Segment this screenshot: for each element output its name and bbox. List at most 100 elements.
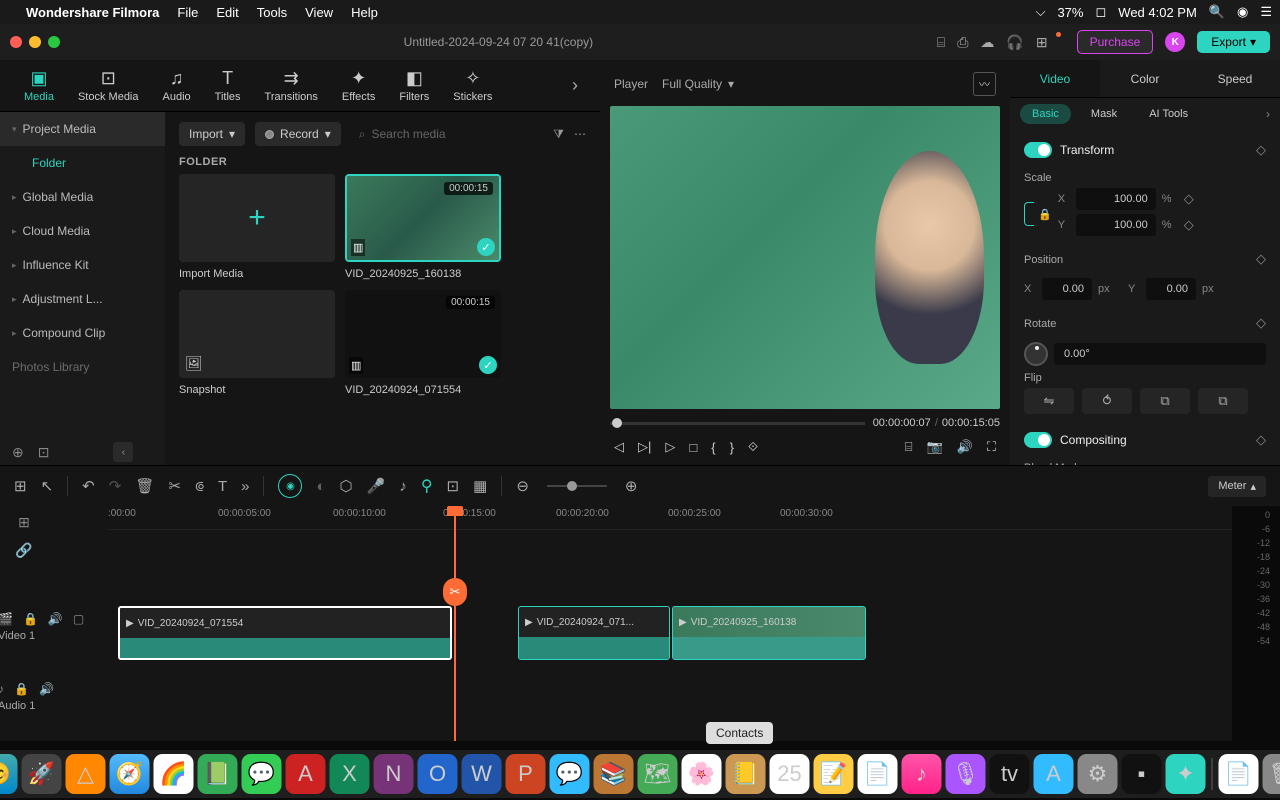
dock-launchpad[interactable]: 🚀 [22, 754, 62, 794]
prev-frame-icon[interactable]: ◁ [614, 439, 624, 455]
new-folder-icon[interactable]: ⊕ [12, 444, 24, 461]
dock-file[interactable]: 📄 [1219, 754, 1259, 794]
dock-filmora[interactable]: ✦ [1166, 754, 1206, 794]
dock-books[interactable]: 📚 [594, 754, 634, 794]
player-scrubber[interactable] [610, 422, 865, 425]
marker-icon[interactable]: ⟐ [748, 439, 758, 455]
import-dropdown[interactable]: Import▾ [179, 122, 245, 146]
tl-music-icon[interactable]: ♪ [399, 478, 407, 495]
save-icon[interactable]: ⎙ [957, 34, 968, 51]
collapse-sidebar-icon[interactable]: ‹ [113, 442, 133, 462]
apps-icon[interactable]: ⊞ [1036, 34, 1048, 51]
tab-media[interactable]: ▣Media [14, 65, 64, 107]
playhead-scissors-icon[interactable]: ✂ [443, 578, 467, 606]
track-lock-icon[interactable]: 🔒 [14, 682, 29, 696]
menu-view[interactable]: View [305, 5, 333, 20]
dock-vlc[interactable]: △ [66, 754, 106, 794]
camera-icon[interactable]: 📷 [927, 439, 943, 455]
scale-x-input[interactable] [1076, 188, 1156, 210]
window-close[interactable] [10, 36, 22, 48]
export-button[interactable]: Export▾ [1197, 31, 1270, 53]
sidebar-compound-clip[interactable]: ▸Compound Clip [0, 316, 165, 350]
tl-zoom-out-icon[interactable]: ⊖ [516, 477, 529, 495]
dock-calendar[interactable]: 25 [770, 754, 810, 794]
dock-photos[interactable]: 🌸 [682, 754, 722, 794]
sidebar-global-media[interactable]: ▸Global Media [0, 180, 165, 214]
tl-ai-icon[interactable]: ◉ [278, 474, 302, 498]
track-lock-icon[interactable]: 🔒 [23, 612, 38, 626]
volume-icon[interactable]: 🔊 [957, 439, 973, 455]
keyframe-icon[interactable]: ◇ [1256, 142, 1266, 158]
dock-powerpoint[interactable]: P [506, 754, 546, 794]
player-viewport[interactable] [610, 106, 1000, 409]
timeline-clip-3[interactable]: ▶VID_20240925_160138 [672, 606, 866, 660]
dock-terminal[interactable]: ▪ [1122, 754, 1162, 794]
spotlight-icon[interactable]: 🔍 [1209, 4, 1225, 20]
scale-y-input[interactable] [1076, 214, 1156, 236]
datetime[interactable]: Wed 4:02 PM [1118, 5, 1197, 20]
dock-excel[interactable]: X [330, 754, 370, 794]
media-card-video-2[interactable]: 00:00:15▥✓ VID_20240924_071554 [345, 290, 501, 396]
dock-contacts[interactable]: 📒 [726, 754, 766, 794]
tl-magnet-icon[interactable]: ⚲ [421, 476, 433, 496]
tl-add-track-icon[interactable]: ⊞ [0, 508, 48, 536]
subtab-basic[interactable]: Basic [1020, 104, 1071, 124]
screen-record-icon[interactable]: ⌸ [937, 34, 945, 51]
timeline-main[interactable]: :00:00 00:00:05:00 00:00:10:00 00:00:15:… [108, 506, 1232, 741]
window-maximize[interactable] [48, 36, 60, 48]
menu-tools[interactable]: Tools [257, 5, 287, 20]
search-media-input[interactable]: ⌕Search media [351, 127, 544, 142]
media-card-video-1[interactable]: 00:00:15▥✓ VID_20240925_160138 [345, 174, 501, 280]
compositing-toggle[interactable] [1024, 432, 1052, 448]
display-icon[interactable]: ⌸ [905, 439, 913, 455]
tl-more-icon[interactable]: » [241, 478, 249, 495]
app-name[interactable]: Wondershare Filmora [26, 5, 159, 20]
track-mute-icon[interactable]: ▢ [73, 612, 84, 626]
dock-app-1[interactable]: 📗 [198, 754, 238, 794]
tab-transitions[interactable]: ⇉Transitions [255, 65, 328, 107]
keyframe-icon[interactable]: ◇ [1184, 191, 1194, 207]
filter-icon[interactable]: ⧩ [553, 127, 564, 142]
position-x-input[interactable] [1042, 278, 1092, 300]
cloud-icon[interactable]: ☁ [980, 34, 994, 51]
flip-horizontal-button[interactable]: ⇋ [1024, 388, 1074, 414]
user-avatar[interactable]: K [1165, 32, 1185, 52]
tl-color-icon[interactable]: ◐ [316, 478, 325, 495]
track-mute-icon[interactable]: 🔊 [39, 682, 54, 696]
tl-add-icon[interactable]: ⊞ [14, 477, 27, 495]
keyframe-icon[interactable]: ◇ [1184, 217, 1194, 233]
subtab-ai-tools[interactable]: AI Tools [1137, 104, 1200, 124]
dock-acrobat[interactable]: A [286, 754, 326, 794]
sidebar-cloud-media[interactable]: ▸Cloud Media [0, 214, 165, 248]
dock-settings[interactable]: ⚙ [1078, 754, 1118, 794]
dock-chrome[interactable]: 🌈 [154, 754, 194, 794]
dock-outlook[interactable]: O [418, 754, 458, 794]
video-track-icon[interactable]: 🎬 [0, 612, 13, 626]
tab-effects[interactable]: ✦Effects [332, 65, 385, 107]
sidebar-folder[interactable]: Folder [0, 146, 165, 180]
tl-grid-icon[interactable]: ▦ [473, 477, 487, 495]
stop-icon[interactable]: □ [689, 440, 697, 455]
dock-tv[interactable]: tv [990, 754, 1030, 794]
dock-word[interactable]: W [462, 754, 502, 794]
dock-finder[interactable]: 😊 [0, 754, 18, 794]
props-tab-color[interactable]: Color [1100, 60, 1190, 97]
keyframe-icon[interactable]: ◇ [1256, 432, 1266, 448]
quality-dropdown[interactable]: Full Quality▾ [662, 77, 734, 91]
tl-cursor-icon[interactable]: ↖ [41, 477, 54, 495]
tl-delete-icon[interactable]: 🗑 [135, 477, 154, 495]
headphones-icon[interactable]: 🎧 [1006, 34, 1023, 51]
menu-help[interactable]: Help [351, 5, 378, 20]
rotate-knob[interactable] [1024, 342, 1048, 366]
position-y-input[interactable] [1146, 278, 1196, 300]
keyframe-icon[interactable]: ◇ [1256, 315, 1266, 331]
flip-copy-v-button[interactable]: ⧉ [1198, 388, 1248, 414]
dock-onenote[interactable]: N [374, 754, 414, 794]
dock-music[interactable]: ♪ [902, 754, 942, 794]
fullscreen-icon[interactable]: ⛶ [987, 439, 996, 455]
purchase-button[interactable]: Purchase [1077, 30, 1154, 54]
tab-stickers[interactable]: ✧Stickers [443, 65, 502, 107]
lock-icon[interactable]: 🔒 [1038, 209, 1052, 221]
dock-notes[interactable]: 📄 [858, 754, 898, 794]
track-visible-icon[interactable]: 🔊 [48, 612, 63, 626]
